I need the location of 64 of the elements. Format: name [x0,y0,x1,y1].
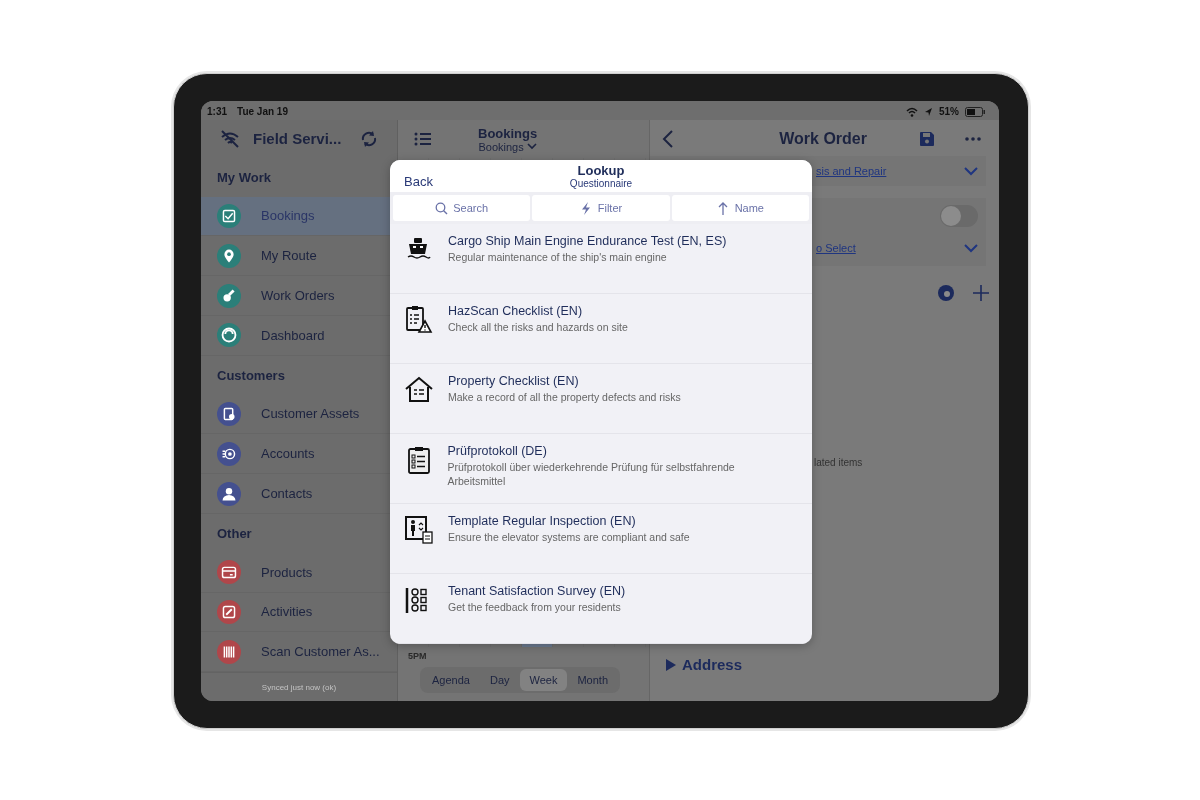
item-title: Prüfprotokoll (DE) [447,444,548,458]
section-header: Other [216,524,253,543]
item-title: Template Regular Inspection (EN) [448,514,637,528]
house-icon [404,375,434,405]
battery-percent: 51% [939,106,959,117]
back-button[interactable]: Back [398,172,439,191]
questionnaire-item[interactable]: Tenant Satisfaction Survey (EN) Get the feedback from your residents [390,574,812,644]
item-description: Regular maintenance of the ship's main engine [448,251,668,265]
elevator-icon [404,515,434,545]
arrow-up-icon [716,201,730,215]
search-button[interactable]: Search [393,195,531,221]
chevron-down-icon [526,143,537,150]
save-icon[interactable] [919,131,935,147]
item-description: Check all the risks and hazards on site [448,321,628,335]
battery-icon [965,106,985,117]
search-icon [435,201,449,215]
chevron-down-icon[interactable] [964,243,978,253]
view-tab[interactable]: Week [519,669,568,691]
questionnaire-item[interactable]: HazScan Checklist (EN) Check all the risks and hazards on site [390,294,812,364]
item-description: Make a record of all the property defects and risks [448,391,681,405]
dialog-subtitle: Questionnaire [569,178,633,189]
time-label: 5PM [407,650,428,663]
status-date: Tue Jan 19 [237,106,288,117]
item-description: Ensure the elevator systems are compliant and safe [448,531,690,545]
section-header: My Work [216,168,272,187]
view-tab[interactable]: Day [479,669,520,691]
view-tab[interactable]: Agenda [422,669,480,691]
item-description: Get the feedback from your residents [448,601,622,615]
wifi-off-icon[interactable] [219,128,241,149]
clipboard-warning-icon [404,305,434,335]
questionnaire-item[interactable]: Prüfprotokoll (DE) Prüfprotokoll über wiederkehrende Prüfung für selbstfahrende Arbeitsmittel [390,434,812,504]
list-icon[interactable] [414,132,432,146]
empty-list-text: lated items [814,457,863,468]
section-toggle[interactable]: Address [650,656,743,701]
lookup-link[interactable]: o Select [816,242,856,254]
lookup-link[interactable]: sis and Repair [816,165,887,177]
dialog-title: Lookup [577,163,625,178]
back-chevron-icon[interactable] [662,130,674,148]
sync-status: Synced just now (ok) [201,672,397,701]
page-title: Work Order [778,130,868,148]
disc-icon[interactable] [937,284,955,302]
item-description: Prüfprotokoll über wiederkehrende Prüfung für selbstfahrende Arbeitsmittel [447,461,736,489]
questionnaire-item[interactable]: Property Checklist (EN) Make a record of all the property defects and risks [390,364,812,434]
status-time: 1:31 [207,106,227,117]
more-icon[interactable] [965,137,981,141]
wifi-icon [906,106,918,117]
sort-button[interactable]: Name [671,195,809,221]
plus-icon[interactable] [973,285,989,301]
questionnaire-item[interactable]: Template Regular Inspection (EN) Ensure the elevator systems are compliant and safe [390,504,812,574]
item-title: Cargo Ship Main Engine Endurance Test (EN, ES) [448,234,727,248]
section-header: Customers [216,366,286,385]
item-title: Tenant Satisfaction Survey (EN) [448,584,626,598]
questionnaire-item[interactable]: Cargo Ship Main Engine Endurance Test (EN, ES) Regular maintenance of the ship's main engine [390,224,812,294]
app-title: Field Servi... [253,130,343,148]
item-title: Property Checklist (EN) [448,374,580,388]
triangle-right-icon [666,658,676,671]
filter-button[interactable]: Filter [532,195,670,221]
view-tab[interactable]: Month [567,669,618,691]
location-arrow-icon [924,106,933,117]
view-dropdown[interactable]: Bookings [478,140,537,153]
chevron-down-icon[interactable] [964,166,978,176]
view-title: Bookings [478,125,538,141]
item-title: HazScan Checklist (EN) [448,304,584,318]
toggle-switch[interactable] [940,205,978,227]
